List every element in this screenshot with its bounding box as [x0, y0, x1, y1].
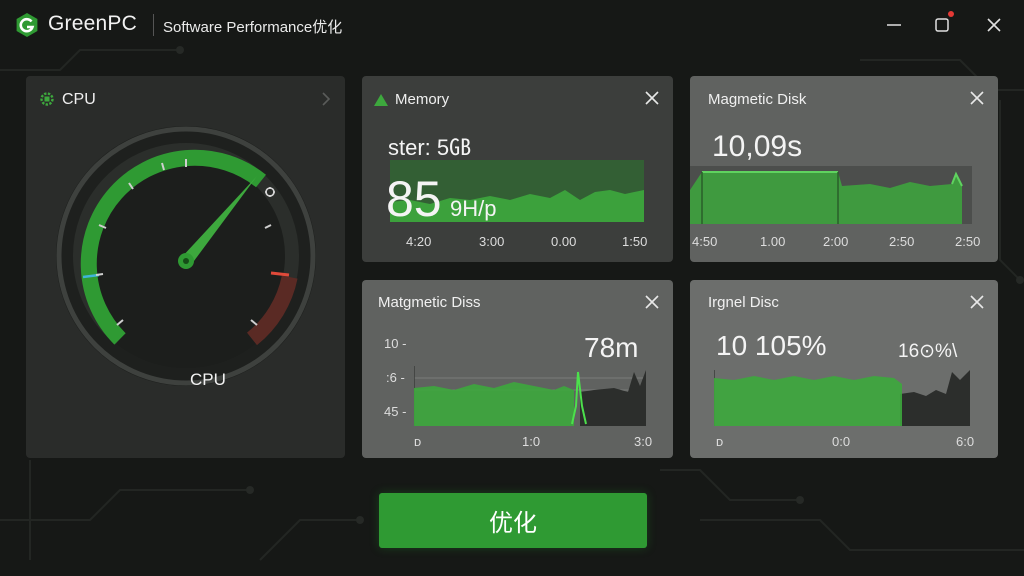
triangle-up-icon: [374, 94, 388, 106]
cpu-panel-title: CPU: [62, 91, 96, 108]
x-tick: 0:0: [832, 434, 851, 449]
close-icon[interactable]: [969, 90, 985, 106]
y-tick: 10 -: [384, 336, 407, 351]
window-subtitle: Software Performance优化: [163, 19, 343, 36]
gauge-label: CPU: [190, 370, 226, 389]
disk-card-3-title: Irgnel Disc: [708, 294, 779, 311]
disk-card-1-chart: [690, 166, 972, 224]
x-tick: 1.00: [760, 234, 786, 249]
optimize-button[interactable]: 优化: [379, 493, 647, 548]
x-tick: ᴅ: [716, 434, 724, 449]
disk-card-3: Irgnel Disc 10 105% 16⊙%\ ᴅ 0:0 6:0: [690, 280, 998, 458]
x-tick: 4:50: [692, 234, 718, 249]
maximize-icon: [935, 18, 949, 32]
disk-card-2-value: 78m: [584, 332, 639, 363]
disk-3-dark-area: [900, 370, 970, 426]
disk-3-green-area: [714, 376, 902, 426]
title-bar: GreenPC Software Performance优化: [0, 0, 1024, 50]
cpu-gauge: [56, 126, 316, 386]
x-tick: 3:00: [479, 234, 505, 249]
x-tick: 2:50: [889, 234, 915, 249]
memory-card-title: Memory: [395, 91, 450, 108]
disk-card-3-value-right: 16⊙%\: [898, 341, 958, 362]
close-window-button[interactable]: [978, 10, 1010, 40]
disk-card-2-title: Matgmetic Diss: [378, 294, 481, 311]
disk-2-green-area: [414, 382, 574, 426]
title-separator: [153, 14, 154, 36]
x-tick: 4:20: [406, 234, 432, 249]
y-tick: :6 -: [386, 370, 405, 385]
x-tick: 1:50: [622, 234, 648, 249]
x-tick: 2:00: [823, 234, 849, 249]
disk-card-2-chart: [414, 366, 646, 426]
minimize-icon: [887, 24, 901, 26]
x-tick: 6:0: [956, 434, 975, 449]
disk-card-1-title: Magmetic Disk: [708, 91, 807, 108]
y-tick: 45 -: [384, 404, 407, 419]
disk-card-2: Matgmetic Diss 78m 10 - :6 - 45 - ᴅ 1:0 …: [362, 280, 673, 458]
x-tick: 2:50: [955, 234, 981, 249]
gear-chip-icon: [40, 92, 54, 106]
chevron-right-icon[interactable]: [321, 92, 331, 106]
x-tick: ᴅ: [414, 434, 422, 449]
memory-top-value: ster: 5㎇: [388, 135, 472, 160]
close-icon[interactable]: [969, 294, 985, 310]
greenpc-logo-icon: [16, 13, 38, 37]
x-tick: 1:0: [522, 434, 541, 449]
disk-card-3-chart: [714, 370, 970, 426]
memory-card: Memory ster: 5㎇ 85 9H/p 4:20 3:00 0.00 1…: [362, 76, 673, 262]
x-tick: 0.00: [551, 234, 577, 249]
close-icon[interactable]: [644, 90, 660, 106]
disk-card-3-value-left: 10 105%: [716, 330, 827, 361]
app-name: GreenPC: [48, 12, 137, 35]
disk-card-1-value: 10,09s: [712, 130, 803, 163]
x-tick: 3:0: [634, 434, 653, 449]
notification-dot: [948, 11, 954, 17]
close-icon: [987, 18, 1001, 32]
minimize-button[interactable]: [878, 10, 910, 40]
close-icon[interactable]: [644, 294, 660, 310]
cpu-panel: CPU CPU: [26, 76, 345, 458]
memory-unit: 9H/p: [450, 196, 497, 221]
disk-card-1: Magmetic Disk 10,09s 4:50 1.00 2:00 2:50…: [690, 76, 998, 262]
memory-big-value: 85: [386, 171, 442, 227]
